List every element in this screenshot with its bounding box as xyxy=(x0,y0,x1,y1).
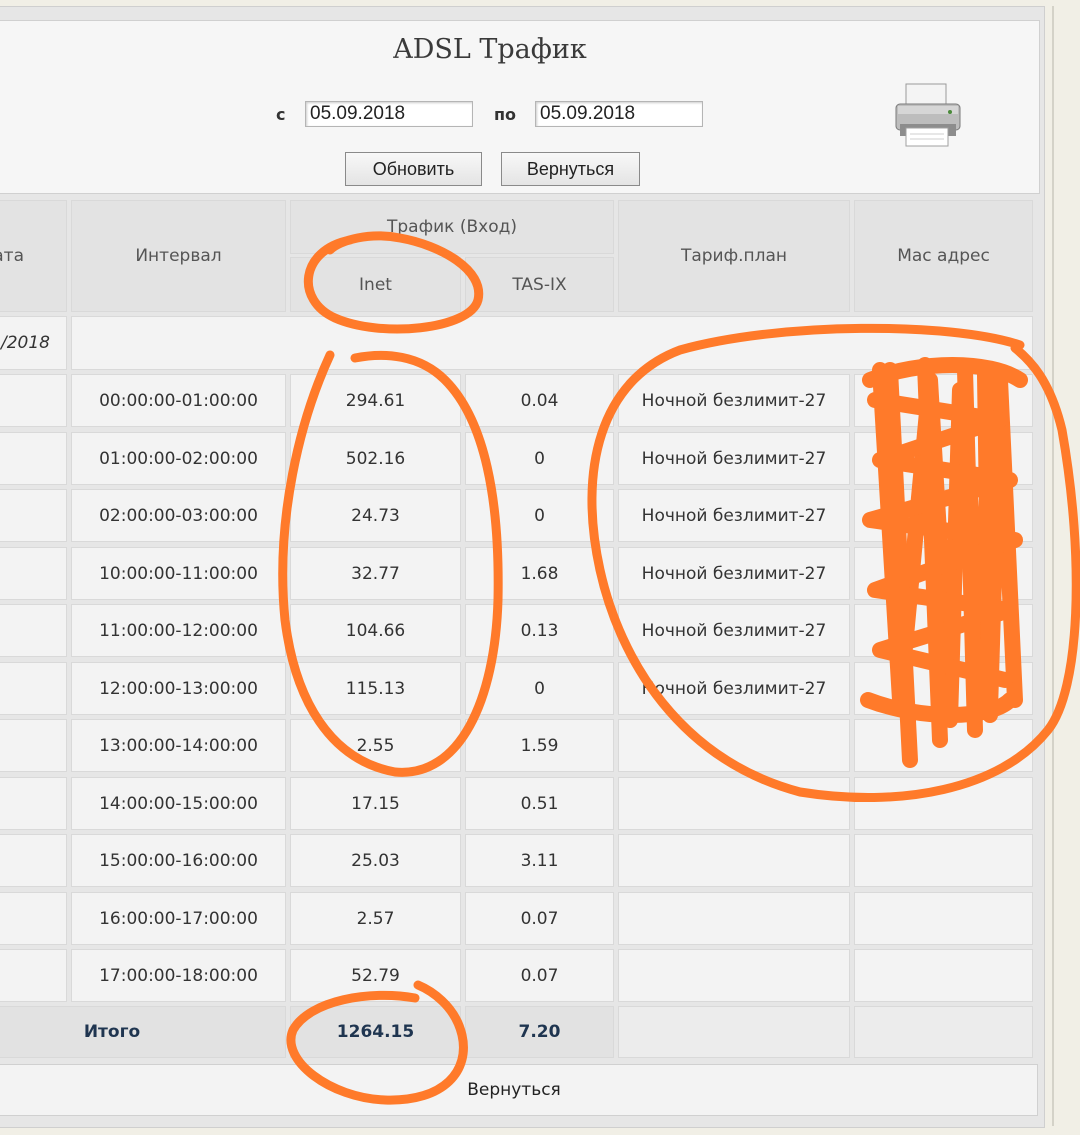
row-date-cell xyxy=(0,777,67,830)
header-tariff: Тариф.план xyxy=(618,200,850,312)
row-tasix: 1.68 xyxy=(465,547,614,600)
row-interval: 02:00:00-03:00:00 xyxy=(71,489,286,542)
row-tasix: 0.13 xyxy=(465,604,614,657)
date-to-input[interactable]: 05.09.2018 xyxy=(535,101,703,127)
total-tariff-empty xyxy=(618,1006,850,1058)
row-inet: 52.79 xyxy=(290,949,461,1002)
row-date-cell xyxy=(0,489,67,542)
row-mac xyxy=(854,604,1033,657)
header-mac: Mac адрес xyxy=(854,200,1033,312)
panel-edge xyxy=(1052,6,1054,1126)
row-tasix: 0 xyxy=(465,432,614,485)
row-tasix: 0.04 xyxy=(465,374,614,427)
row-mac xyxy=(854,777,1033,830)
row-tariff xyxy=(618,834,850,887)
date-from-label: с xyxy=(276,105,286,124)
total-tasix: 7.20 xyxy=(465,1006,614,1058)
row-mac xyxy=(854,374,1033,427)
row-interval: 17:00:00-18:00:00 xyxy=(71,949,286,1002)
row-inet: 32.77 xyxy=(290,547,461,600)
row-mac xyxy=(854,489,1033,542)
total-mac-empty xyxy=(854,1006,1033,1058)
header-traffic-group: Трафик (Вход) xyxy=(290,200,614,254)
back-button[interactable]: Вернуться xyxy=(501,152,640,186)
row-mac xyxy=(854,432,1033,485)
row-interval: 12:00:00-13:00:00 xyxy=(71,662,286,715)
row-inet: 2.57 xyxy=(290,892,461,945)
refresh-button[interactable]: Обновить xyxy=(345,152,482,186)
header-date: ата xyxy=(0,200,67,312)
date-from-input[interactable]: 05.09.2018 xyxy=(305,101,473,127)
row-tariff xyxy=(618,777,850,830)
row-inet: 115.13 xyxy=(290,662,461,715)
row-tariff xyxy=(618,949,850,1002)
row-tariff xyxy=(618,892,850,945)
row-date-cell xyxy=(0,604,67,657)
row-mac xyxy=(854,719,1033,772)
row-mac xyxy=(854,949,1033,1002)
row-inet: 17.15 xyxy=(290,777,461,830)
row-tasix: 0.51 xyxy=(465,777,614,830)
row-interval: 01:00:00-02:00:00 xyxy=(71,432,286,485)
row-date-cell xyxy=(0,719,67,772)
row-tasix: 0 xyxy=(465,662,614,715)
page-title: ADSL Трафик xyxy=(393,34,587,65)
row-date-cell xyxy=(0,949,67,1002)
row-tariff: Ночной безлимит-27 xyxy=(618,662,850,715)
total-inet: 1264.15 xyxy=(290,1006,461,1058)
header-interval: Интервал xyxy=(71,200,286,312)
total-label: Итого xyxy=(0,1006,286,1058)
row-interval: 10:00:00-11:00:00 xyxy=(71,547,286,600)
row-interval: 13:00:00-14:00:00 xyxy=(71,719,286,772)
date-to-label: по xyxy=(494,105,517,124)
row-interval: 14:00:00-15:00:00 xyxy=(71,777,286,830)
row-tasix: 1.59 xyxy=(465,719,614,772)
row-inet: 24.73 xyxy=(290,489,461,542)
header-inet: Inet xyxy=(290,257,461,312)
printer-icon[interactable] xyxy=(892,80,964,150)
row-tasix: 3.11 xyxy=(465,834,614,887)
row-date-cell xyxy=(0,374,67,427)
row-date-cell xyxy=(0,432,67,485)
row-tariff: Ночной безлимит-27 xyxy=(618,604,850,657)
row-mac xyxy=(854,662,1033,715)
row-inet: 25.03 xyxy=(290,834,461,887)
row-mac xyxy=(854,547,1033,600)
row-interval: 15:00:00-16:00:00 xyxy=(71,834,286,887)
row-inet: 294.61 xyxy=(290,374,461,427)
row-tariff: Ночной безлимит-27 xyxy=(618,374,850,427)
row-date-cell xyxy=(0,834,67,887)
row-date-cell xyxy=(0,547,67,600)
row-tariff: Ночной безлимит-27 xyxy=(618,489,850,542)
date-group-spacer xyxy=(71,316,1033,370)
row-tasix: 0.07 xyxy=(465,892,614,945)
row-date-cell xyxy=(0,892,67,945)
bottom-back-link[interactable]: Вернуться xyxy=(0,1064,1038,1116)
row-tariff: Ночной безлимит-27 xyxy=(618,547,850,600)
row-inet: 502.16 xyxy=(290,432,461,485)
row-tariff: Ночной безлимит-27 xyxy=(618,432,850,485)
row-interval: 00:00:00-01:00:00 xyxy=(71,374,286,427)
row-tariff xyxy=(618,719,850,772)
header-tasix: TAS-IX xyxy=(465,257,614,312)
row-mac xyxy=(854,834,1033,887)
row-tasix: 0.07 xyxy=(465,949,614,1002)
row-tasix: 0 xyxy=(465,489,614,542)
row-inet: 2.55 xyxy=(290,719,461,772)
row-interval: 11:00:00-12:00:00 xyxy=(71,604,286,657)
row-mac xyxy=(854,892,1033,945)
date-group-cell: 9/2018 xyxy=(0,316,67,370)
row-inet: 104.66 xyxy=(290,604,461,657)
row-interval: 16:00:00-17:00:00 xyxy=(71,892,286,945)
row-date-cell xyxy=(0,662,67,715)
